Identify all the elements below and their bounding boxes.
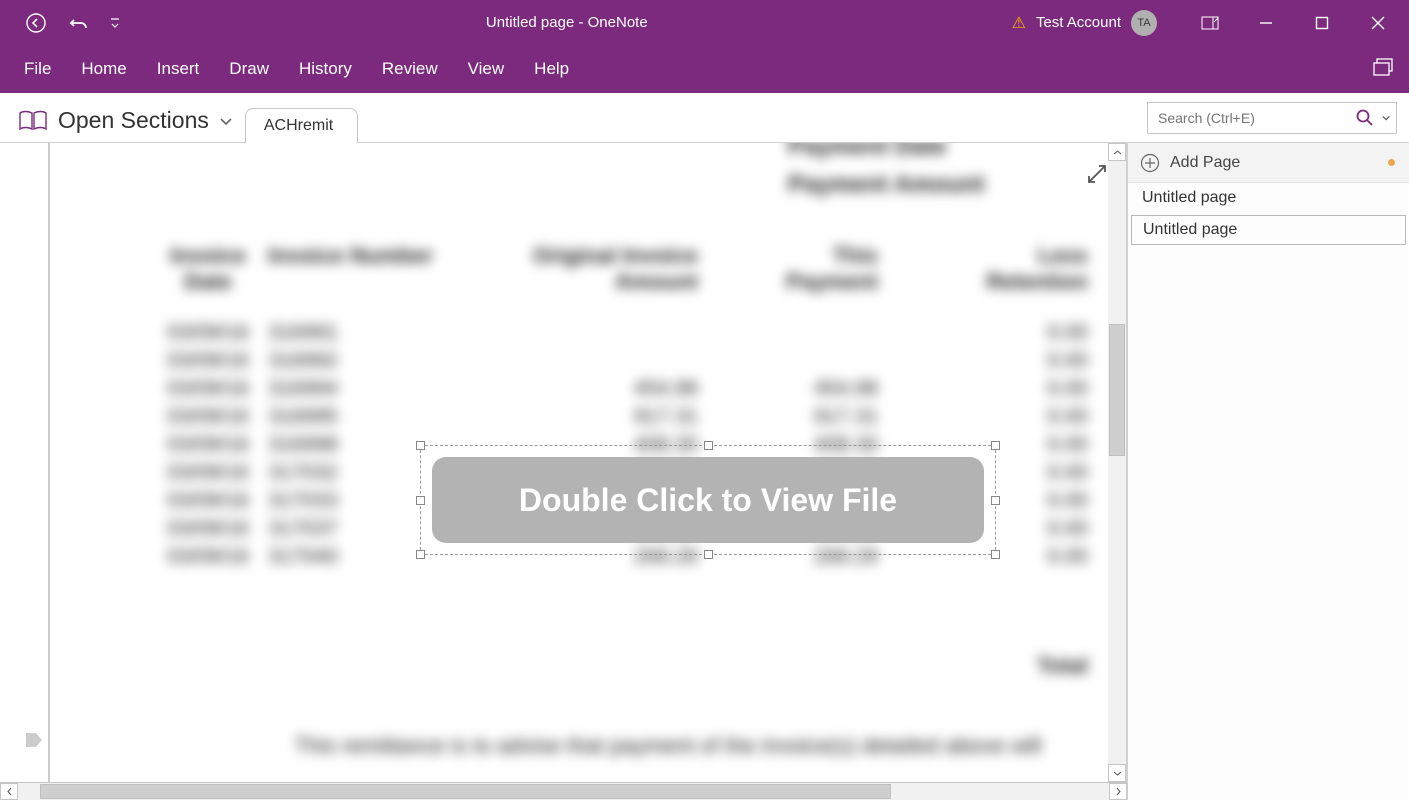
resize-handle[interactable] — [416, 441, 425, 450]
ribbon: File Home Insert Draw History Review Vie… — [0, 45, 1409, 93]
scroll-left-button[interactable] — [0, 783, 18, 800]
search-icon[interactable] — [1349, 108, 1382, 128]
warning-icon[interactable]: ⚠ — [1012, 13, 1026, 33]
search-box[interactable] — [1147, 102, 1397, 134]
undo-button[interactable] — [64, 7, 96, 39]
scroll-thumb[interactable] — [40, 784, 891, 799]
resize-handle[interactable] — [416, 550, 425, 559]
expand-icon[interactable] — [1086, 163, 1108, 190]
title-bar: Untitled page - OneNote ⚠ Test Account T… — [0, 0, 1409, 45]
notebook-label: Open Sections — [58, 107, 209, 134]
horizontal-scrollbar[interactable] — [0, 782, 1127, 800]
ribbon-tab-view[interactable]: View — [468, 59, 505, 79]
ribbon-tab-home[interactable]: Home — [81, 59, 126, 79]
resize-handle[interactable] — [704, 550, 713, 559]
ribbon-tab-draw[interactable]: Draw — [229, 59, 269, 79]
windows-switcher-icon[interactable] — [1373, 58, 1409, 81]
section-tab[interactable]: ACHremit — [245, 108, 358, 143]
vertical-scrollbar[interactable] — [1108, 143, 1126, 782]
chevron-down-icon — [219, 114, 233, 128]
scroll-right-button[interactable] — [1109, 783, 1127, 800]
ribbon-tab-review[interactable]: Review — [382, 59, 438, 79]
unsaved-indicator-icon — [1388, 159, 1395, 166]
ribbon-tab-file[interactable]: File — [24, 59, 51, 79]
add-page-button[interactable]: Add Page — [1128, 143, 1409, 183]
page-indicator-icon — [26, 733, 42, 752]
search-input[interactable] — [1148, 110, 1349, 126]
qat-dropdown[interactable] — [108, 7, 122, 39]
scroll-down-button[interactable] — [1108, 764, 1126, 782]
page-panel: Add Page Untitled pageUntitled page — [1127, 143, 1409, 800]
ribbon-tab-insert[interactable]: Insert — [157, 59, 200, 79]
window-title: Untitled page - OneNote — [122, 14, 1012, 31]
resize-handle[interactable] — [416, 496, 425, 505]
close-button[interactable] — [1355, 3, 1401, 43]
account-name[interactable]: Test Account — [1036, 14, 1121, 31]
resize-handle[interactable] — [991, 441, 1000, 450]
note-canvas[interactable]: Payment Date Payment Amount InvoiceDate … — [0, 143, 1127, 782]
avatar[interactable]: TA — [1131, 10, 1157, 36]
back-button[interactable] — [20, 7, 52, 39]
scroll-thumb[interactable] — [1109, 324, 1125, 457]
scroll-up-button[interactable] — [1108, 143, 1126, 161]
page-margin — [48, 143, 50, 782]
ribbon-tab-history[interactable]: History — [299, 59, 352, 79]
resize-handle[interactable] — [991, 496, 1000, 505]
ribbon-tab-help[interactable]: Help — [534, 59, 569, 79]
page-item[interactable]: Untitled page — [1128, 183, 1409, 213]
add-page-label: Add Page — [1170, 154, 1240, 172]
resize-handle[interactable] — [991, 550, 1000, 559]
file-attachment-button[interactable]: Double Click to View File — [432, 457, 984, 543]
sections-bar: Open Sections ACHremit — [0, 93, 1409, 143]
maximize-button[interactable] — [1299, 3, 1345, 43]
page-item[interactable]: Untitled page — [1131, 215, 1406, 245]
minimize-button[interactable] — [1243, 3, 1289, 43]
resize-handle[interactable] — [704, 441, 713, 450]
notebook-picker[interactable]: Open Sections — [18, 107, 233, 142]
plus-icon — [1140, 153, 1160, 173]
chevron-down-icon[interactable] — [1382, 113, 1390, 123]
ribbon-options-button[interactable] — [1187, 3, 1233, 43]
